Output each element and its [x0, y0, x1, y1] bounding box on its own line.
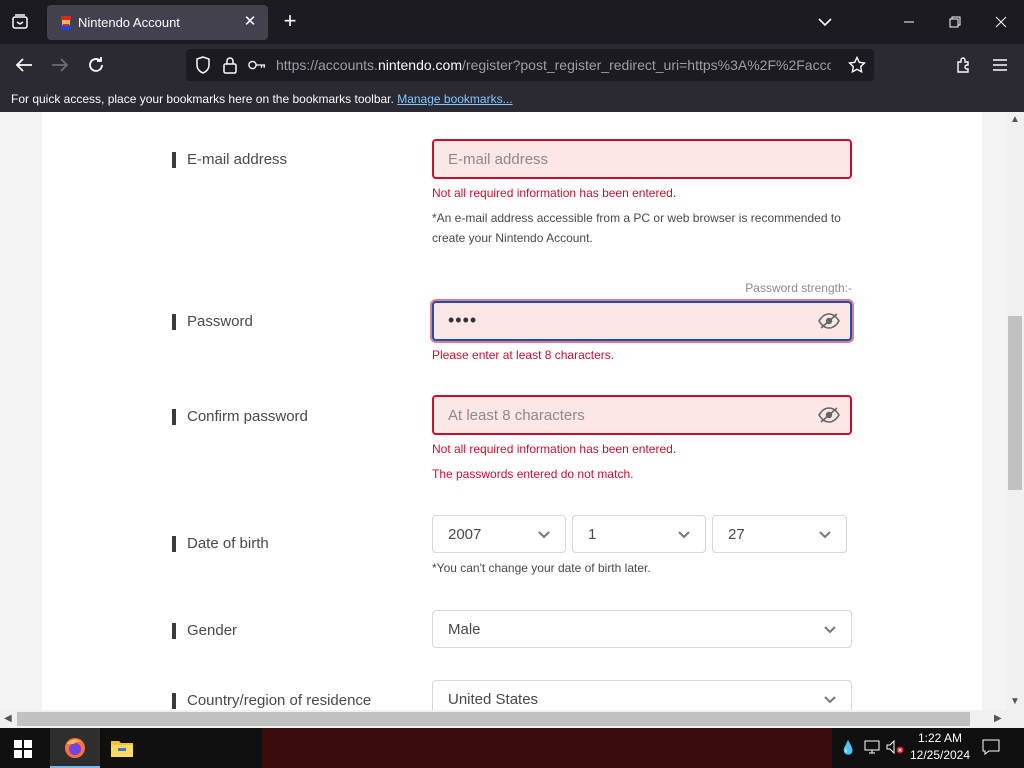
minimize-icon[interactable]	[897, 10, 921, 34]
scroll-left-icon[interactable]: ◀	[4, 713, 12, 724]
firefox-taskbar-button[interactable]	[50, 728, 100, 768]
email-note: *An e-mail address accessible from a PC …	[432, 211, 841, 245]
chevron-down-icon	[823, 623, 837, 637]
restore-icon[interactable]	[943, 10, 967, 34]
taskbar-left	[0, 728, 262, 768]
email-error: Not all required information has been en…	[432, 186, 677, 200]
confirm-password-error-required: Not all required information has been en…	[432, 442, 677, 456]
address-bar[interactable]: https://accounts.nintendo.com/register?p…	[186, 49, 874, 81]
password-strength: Password strength:-	[745, 281, 852, 295]
chevron-down-icon	[818, 528, 832, 542]
show-confirm-password-eye-icon[interactable]	[818, 406, 840, 424]
taskbar-empty-area	[262, 728, 832, 768]
dropbox-tray-icon[interactable]: 💧	[840, 740, 856, 756]
clock-date: 12/25/2024	[909, 748, 971, 762]
key-icon[interactable]	[248, 56, 266, 74]
password-field[interactable]: ••••	[432, 301, 852, 341]
date-of-birth-label: Date of birth	[172, 535, 269, 552]
navigation-toolbar: https://accounts.nintendo.com/register?p…	[0, 44, 1024, 86]
bookmark-star-icon[interactable]	[848, 56, 866, 74]
confirm-password-label: Confirm password	[172, 408, 308, 425]
bookmarks-toolbar: For quick access, place your bookmarks h…	[0, 86, 1024, 112]
birth-year-select[interactable]: 2007	[432, 515, 566, 553]
password-error: Please enter at least 8 characters.	[432, 348, 615, 362]
gender-select[interactable]: Male	[432, 610, 852, 648]
gender-label: Gender	[172, 622, 237, 639]
birth-day-value: 27	[728, 526, 745, 543]
confirm-password-placeholder: At least 8 characters	[448, 407, 585, 424]
tab-title: Nintendo Account	[78, 15, 180, 30]
scroll-down-icon[interactable]: ▼	[1010, 696, 1020, 707]
email-placeholder: E-mail address	[448, 151, 549, 168]
chevron-down-icon[interactable]	[813, 10, 837, 34]
file-explorer-icon[interactable]	[110, 737, 134, 764]
country-value: United States	[448, 691, 539, 708]
menu-icon[interactable]	[988, 53, 1012, 77]
horizontal-scrollbar[interactable]: ◀ ▶	[0, 710, 1024, 728]
horizontal-scroll-thumb[interactable]	[17, 712, 970, 726]
manage-bookmarks-link[interactable]: Manage bookmarks...	[397, 92, 512, 106]
password-value: ••••	[448, 310, 478, 330]
close-tab-icon[interactable]: ✕	[241, 13, 259, 31]
scroll-up-icon[interactable]: ▲	[1010, 114, 1020, 125]
url-text[interactable]: https://accounts.nintendo.com/register?p…	[276, 57, 831, 73]
gender-value: Male	[448, 621, 481, 638]
date-of-birth-note: *You can't change your date of birth lat…	[432, 561, 651, 575]
page-viewport: E-mail address E-mail address Not all re…	[0, 112, 1006, 710]
bookmarks-hint: For quick access, place your bookmarks h…	[11, 92, 394, 106]
birth-month-value: 1	[588, 526, 597, 543]
reload-icon[interactable]	[84, 53, 108, 77]
windows-taskbar: 💧 1:22 AM 12/25/2024	[0, 728, 1024, 768]
extensions-icon[interactable]	[952, 53, 976, 77]
email-label: E-mail address	[172, 151, 287, 168]
country-label: Country/region of residence	[172, 692, 371, 709]
confirm-password-field[interactable]: At least 8 characters	[432, 395, 852, 435]
network-icon[interactable]	[864, 740, 880, 759]
notification-center-icon[interactable]	[982, 739, 1000, 760]
back-arrow-icon[interactable]	[12, 53, 36, 77]
clock[interactable]: 1:22 AM 12/25/2024	[905, 730, 975, 764]
scroll-right-icon[interactable]: ▶	[994, 713, 1002, 724]
mario-favicon-icon	[58, 15, 74, 31]
birth-day-select[interactable]: 27	[712, 515, 847, 553]
clock-time: 1:22 AM	[917, 731, 963, 745]
firefox-icon	[65, 738, 85, 758]
registration-form: E-mail address E-mail address Not all re…	[42, 112, 982, 710]
vertical-scroll-thumb[interactable]	[1008, 316, 1022, 490]
close-window-icon[interactable]	[989, 10, 1013, 34]
forward-arrow-icon[interactable]	[48, 53, 72, 77]
birth-month-select[interactable]: 1	[572, 515, 706, 553]
email-field[interactable]: E-mail address	[432, 139, 852, 179]
shield-icon[interactable]	[194, 56, 212, 74]
new-tab-icon[interactable]: +	[280, 10, 300, 32]
chevron-down-icon	[677, 528, 691, 542]
tab-bar: Nintendo Account ✕ +	[0, 0, 1024, 44]
vertical-scrollbar[interactable]: ▲ ▼	[1006, 112, 1024, 710]
country-select[interactable]: United States	[432, 680, 852, 710]
windows-start-icon[interactable]	[14, 740, 32, 763]
confirm-password-error-mismatch: The passwords entered do not match.	[432, 467, 634, 481]
birth-year-value: 2007	[448, 526, 482, 543]
tab-list-icon[interactable]	[8, 10, 32, 34]
lock-icon[interactable]	[221, 56, 239, 74]
tab-nintendo-account[interactable]: Nintendo Account ✕	[47, 5, 268, 40]
chevron-down-icon	[823, 693, 837, 707]
chevron-down-icon	[537, 528, 551, 542]
volume-muted-icon[interactable]	[886, 739, 904, 759]
password-label: Password	[172, 313, 253, 330]
show-password-eye-icon[interactable]	[818, 312, 840, 330]
